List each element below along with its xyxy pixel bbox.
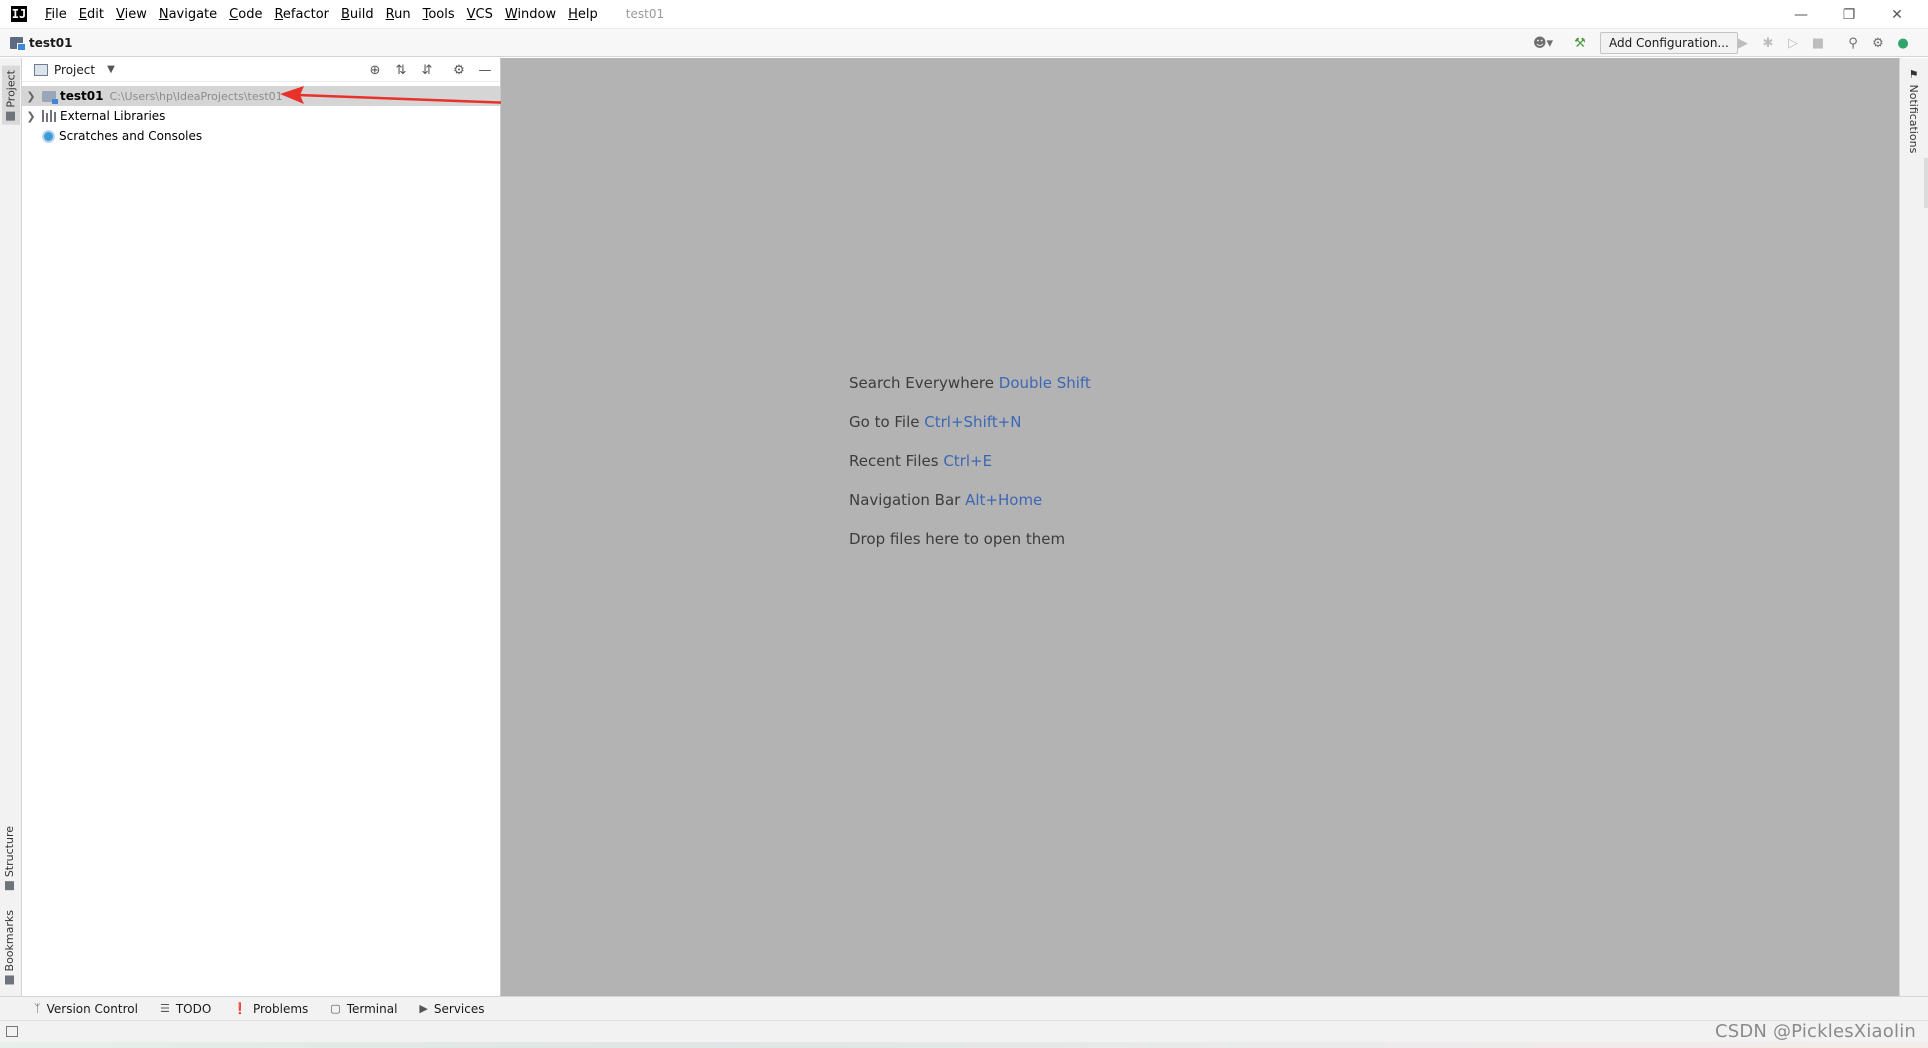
version-control-tab[interactable]: ᛉ Version Control (34, 1002, 138, 1016)
stop-icon[interactable]: ■ (1808, 33, 1828, 53)
right-edge-handle[interactable] (1924, 158, 1928, 208)
branch-icon: ᛉ (34, 1002, 41, 1015)
services-tab[interactable]: ▶ Services (419, 1002, 484, 1016)
tree-node-external-libraries[interactable]: ❯ External Libraries (22, 106, 165, 126)
hint-go-to-file: Go to File Ctrl+Shift+N (849, 413, 1022, 431)
problems-tab[interactable]: ❗ Problems (233, 1002, 308, 1016)
tree-node-label: Scratches and Consoles (59, 129, 203, 143)
structure-tool-tab[interactable]: Structure (3, 826, 16, 891)
terminal-icon: ▢ (330, 1002, 341, 1015)
project-view-icon (34, 63, 48, 76)
locate-file-icon[interactable]: ⊕ (366, 61, 384, 79)
intellij-logo-icon: IJ (11, 6, 27, 22)
notifications-tool-tab[interactable]: ⚑ Notifications (1907, 68, 1920, 153)
hide-panel-icon[interactable]: — (476, 61, 494, 79)
menu-help[interactable]: Help (562, 7, 604, 22)
bookmark-icon (5, 975, 14, 985)
menu-code[interactable]: Code (223, 7, 268, 22)
menu-build[interactable]: Build (335, 7, 380, 22)
expand-all-icon[interactable]: ⇅ (392, 61, 410, 79)
user-account-icon[interactable]: ☻▾ (1530, 33, 1556, 53)
shortcut-label: Ctrl+E (943, 452, 993, 470)
chevron-down-icon[interactable]: ▼ (107, 64, 115, 75)
todo-tab[interactable]: ☰ TODO (160, 1002, 211, 1016)
shortcut-label: Alt+Home (965, 491, 1043, 509)
menu-run[interactable]: Run (380, 7, 417, 22)
run-with-coverage-icon[interactable]: ▷ (1783, 33, 1803, 53)
add-configuration-button[interactable]: Add Configuration... (1600, 32, 1738, 54)
bell-icon: ⚑ (1907, 68, 1920, 81)
hint-navigation-bar: Navigation Bar Alt+Home (849, 491, 1043, 509)
menu-tools[interactable]: Tools (417, 7, 461, 22)
restore-icon[interactable]: ❐ (1826, 0, 1872, 29)
project-tool-tab[interactable]: Project (2, 66, 20, 125)
taskbar-strip (0, 1042, 1928, 1048)
close-icon[interactable]: ✕ (1874, 0, 1920, 29)
build-hammer-icon[interactable]: ⚒ (1570, 33, 1590, 53)
left-tool-stripe: Project Structure Bookmarks (0, 58, 22, 996)
menu-refactor[interactable]: Refactor (268, 7, 335, 22)
menu-view[interactable]: View (110, 7, 153, 22)
settings-gear-icon[interactable]: ⚙ (1868, 33, 1888, 53)
terminal-tab[interactable]: ▢ Terminal (330, 1002, 397, 1016)
menu-navigate[interactable]: Navigate (153, 7, 223, 22)
bottom-tool-window-bar: ᛉ Version Control ☰ TODO ❗ Problems ▢ Te… (0, 996, 1928, 1020)
collapse-all-icon[interactable]: ⇵ (418, 61, 436, 79)
tree-node-label: test01 (60, 89, 104, 103)
hint-drop-files: Drop files here to open them (849, 530, 1066, 548)
list-icon: ☰ (159, 1002, 170, 1015)
project-folder-icon (10, 36, 26, 51)
tree-node-path: C:\Users\hp\IdeaProjects\test01 (109, 89, 283, 103)
editor-empty-area[interactable]: Search Everywhere Double Shift Go to Fil… (501, 58, 1899, 996)
shortcut-label: Ctrl+Shift+N (924, 413, 1022, 431)
project-tool-window: Project ▼ ⊕ ⇅ ⇵ ⚙ — ❯ test01 C:\Users\hp… (22, 58, 501, 996)
toggle-tool-windows-icon[interactable] (6, 1026, 18, 1037)
tree-node-label: External Libraries (60, 109, 166, 123)
tree-node-scratches[interactable]: Scratches and Consoles (22, 126, 202, 146)
hint-recent-files: Recent Files Ctrl+E (849, 452, 993, 470)
breadcrumb-project[interactable]: test01 (29, 36, 72, 50)
menu-file[interactable]: File (39, 7, 73, 22)
bookmarks-tool-tab[interactable]: Bookmarks (3, 910, 16, 985)
structure-icon (5, 881, 14, 891)
menu-edit[interactable]: Edit (73, 7, 110, 22)
chevron-right-icon[interactable]: ❯ (24, 110, 38, 123)
shortcut-label: Double Shift (998, 374, 1091, 392)
minimize-icon[interactable]: — (1778, 0, 1824, 29)
problems-icon: ❗ (233, 1002, 247, 1015)
project-view-selector[interactable]: Project (54, 63, 95, 77)
search-icon[interactable]: ⚲ (1843, 33, 1863, 53)
chevron-right-icon[interactable]: ❯ (24, 90, 38, 103)
watermark: CSDN @PicklesXiaolin (1714, 1021, 1916, 1042)
folder-icon (6, 111, 16, 121)
code-with-me-icon[interactable]: ● (1893, 33, 1913, 53)
menu-vcs[interactable]: VCS (461, 7, 499, 22)
hint-search-everywhere: Search Everywhere Double Shift (849, 374, 1091, 392)
right-tool-stripe: ⚑ Notifications (1899, 58, 1928, 996)
services-icon: ▶ (419, 1002, 428, 1015)
library-icon (42, 110, 56, 122)
menu-window[interactable]: Window (499, 7, 562, 22)
tree-node-project-root[interactable]: ❯ test01 C:\Users\hp\IdeaProjects\test01 (22, 86, 500, 106)
debug-icon[interactable]: ✱ (1758, 33, 1778, 53)
scratches-icon (42, 129, 55, 143)
menu-bar: IJ File Edit View Navigate Code Refactor… (0, 0, 1928, 29)
status-bar: CSDN @PicklesXiaolin (0, 1020, 1928, 1042)
window-title: test01 (625, 7, 665, 21)
panel-settings-gear-icon[interactable]: ⚙ (450, 61, 468, 79)
project-panel-header: Project ▼ ⊕ ⇅ ⇵ ⚙ — (22, 58, 500, 82)
run-icon[interactable]: ▶ (1733, 33, 1753, 53)
module-folder-icon (42, 90, 58, 104)
